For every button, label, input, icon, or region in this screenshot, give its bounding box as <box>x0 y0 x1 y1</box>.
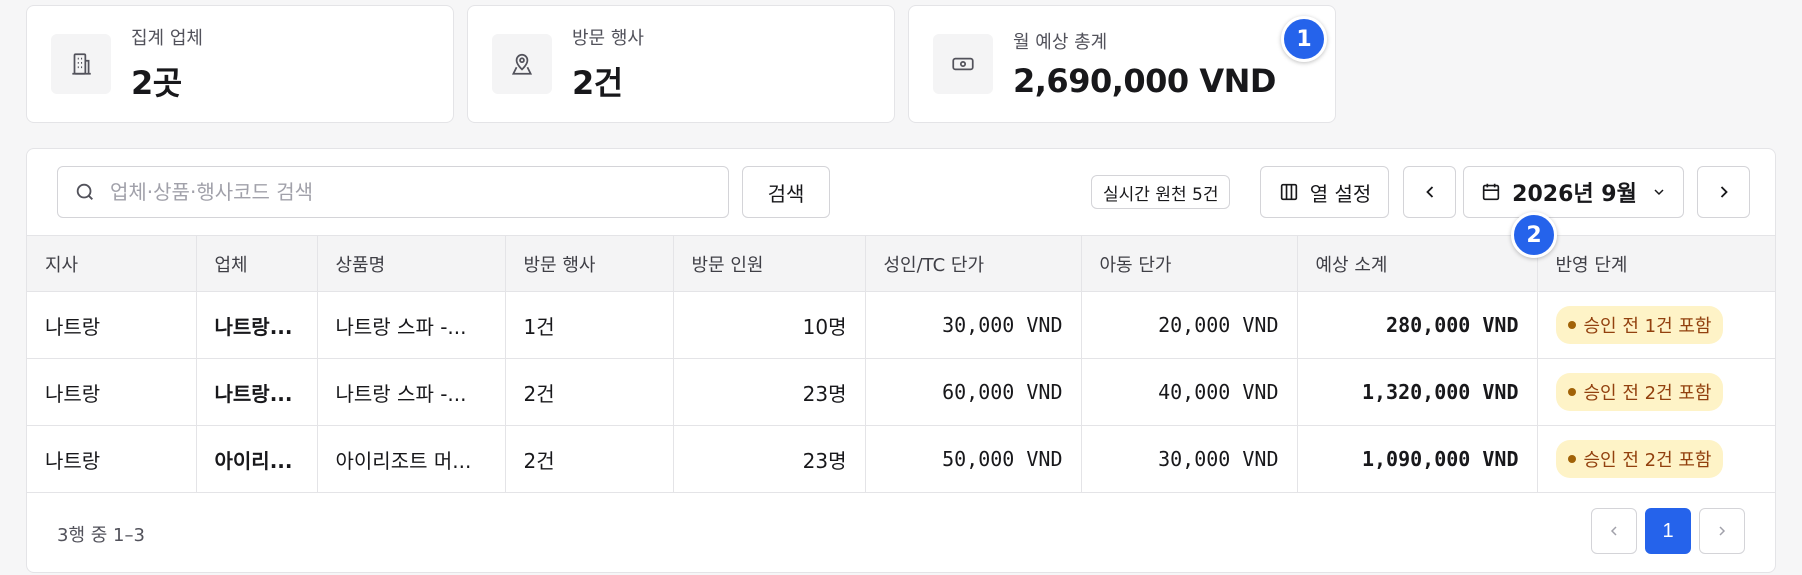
cell-subtotal: 1,320,000 VND <box>1297 358 1538 426</box>
cell-child-price: 20,000 VND <box>1081 291 1298 359</box>
status-badge: 승인 전 2건 포함 <box>1555 440 1724 478</box>
status-badge-label: 승인 전 2건 포함 <box>1583 383 1712 404</box>
column-header[interactable]: 상품명 <box>317 235 506 292</box>
chevron-right-icon <box>1720 186 1728 198</box>
cell-adult-price: 50,000 VND <box>865 425 1082 493</box>
prev-month-button[interactable] <box>1403 166 1456 218</box>
search-input[interactable] <box>110 180 710 204</box>
stat-value: 2건 <box>572 64 623 102</box>
stat-label: 월 예상 총계 <box>1013 32 1108 53</box>
search-button[interactable]: 검색 <box>742 166 830 218</box>
step-marker-2: 2 <box>1511 212 1557 258</box>
stat-card-visits: 방문 행사 2건 <box>467 5 895 123</box>
toolbar: 검색 실시간 원천 5건 열 설정 2026년 9월 <box>27 149 1775 235</box>
cell-vendor: 나트랑... <box>196 358 318 426</box>
page-button-1[interactable]: 1 <box>1645 508 1691 554</box>
chevron-left-icon <box>1610 526 1617 536</box>
search-box[interactable] <box>57 166 729 218</box>
next-month-button[interactable] <box>1697 166 1750 218</box>
cell-visit-events: 2건 <box>505 425 674 493</box>
chevron-right-icon <box>1719 526 1726 536</box>
building-icon <box>51 34 111 94</box>
table-footer: 3행 중 1–3 1 <box>27 492 1775 572</box>
cell-adult-price: 60,000 VND <box>865 358 1082 426</box>
cell-branch: 나트랑 <box>27 358 197 426</box>
main-panel: 검색 실시간 원천 5건 열 설정 2026년 9월 지사 업체 상품명 방 <box>26 148 1776 573</box>
column-header[interactable]: 예상 소계 <box>1297 235 1538 292</box>
cell-product: 나트랑 스파 -... <box>317 358 506 426</box>
status-badge-label: 승인 전 1건 포함 <box>1583 316 1712 337</box>
cell-branch: 나트랑 <box>27 425 197 493</box>
table-row[interactable]: 나트랑 나트랑... 나트랑 스파 -... 2건 23명 60,000 VND… <box>27 358 1775 426</box>
column-header[interactable]: 아동 단가 <box>1081 235 1298 292</box>
cell-subtotal: 280,000 VND <box>1297 291 1538 359</box>
cell-visit-events: 1건 <box>505 291 674 359</box>
cell-stage: 승인 전 2건 포함 <box>1537 425 1775 493</box>
stat-label: 방문 행사 <box>572 28 644 49</box>
cell-visit-events: 2건 <box>505 358 674 426</box>
cell-visitors: 10명 <box>673 291 866 359</box>
table-row[interactable]: 나트랑 아이리... 아이리조트 머... 2건 23명 50,000 VND … <box>27 425 1775 493</box>
column-header[interactable]: 방문 인원 <box>673 235 866 292</box>
cell-child-price: 30,000 VND <box>1081 425 1298 493</box>
table-row[interactable]: 나트랑 나트랑... 나트랑 스파 -... 1건 10명 30,000 VND… <box>27 291 1775 359</box>
cell-product: 나트랑 스파 -... <box>317 291 506 359</box>
calendar-icon <box>1482 183 1500 201</box>
cell-adult-price: 30,000 VND <box>865 291 1082 359</box>
chevron-left-icon <box>1425 186 1433 198</box>
status-dot-icon <box>1567 388 1576 396</box>
column-header[interactable]: 방문 행사 <box>505 235 674 292</box>
status-dot-icon <box>1567 455 1576 463</box>
column-header[interactable]: 업체 <box>196 235 318 292</box>
column-header[interactable]: 성인/TC 단가 <box>865 235 1082 292</box>
columns-icon <box>1280 183 1297 201</box>
stat-value: 2,690,000 VND <box>1013 62 1276 100</box>
column-settings-button[interactable]: 열 설정 <box>1260 166 1389 218</box>
stats-row: 집계 업체 2곳 방문 행사 2건 월 예상 총계 2,690,000 VND … <box>26 5 1336 123</box>
cell-visitors: 23명 <box>673 425 866 493</box>
cell-vendor: 아이리... <box>196 425 318 493</box>
step-marker-1: 1 <box>1281 16 1327 62</box>
stat-value: 2곳 <box>131 64 182 102</box>
status-dot-icon <box>1567 321 1576 329</box>
month-picker[interactable]: 2026년 9월 <box>1463 166 1684 218</box>
column-settings-label: 열 설정 <box>1309 181 1372 206</box>
cell-child-price: 40,000 VND <box>1081 358 1298 426</box>
prev-page-button[interactable] <box>1591 508 1637 554</box>
row-count-summary: 3행 중 1–3 <box>57 525 145 546</box>
chevron-down-icon <box>1654 189 1664 196</box>
column-header[interactable]: 지사 <box>27 235 197 292</box>
stat-card-vendors: 집계 업체 2곳 <box>26 5 454 123</box>
map-pin-icon <box>492 34 552 94</box>
cell-subtotal: 1,090,000 VND <box>1297 425 1538 493</box>
status-badge-label: 승인 전 2건 포함 <box>1583 450 1712 471</box>
cell-product: 아이리조트 머... <box>317 425 506 493</box>
status-badge: 승인 전 2건 포함 <box>1555 373 1724 411</box>
live-source-chip: 실시간 원천 5건 <box>1091 175 1231 209</box>
stat-card-monthly-total: 월 예상 총계 2,690,000 VND 1 <box>908 5 1336 123</box>
next-page-button[interactable] <box>1699 508 1745 554</box>
stat-label: 집계 업체 <box>131 28 203 49</box>
settlement-table: 지사 업체 상품명 방문 행사 방문 인원 성인/TC 단가 아동 단가 예상 … <box>27 235 1775 493</box>
month-label: 2026년 9월 <box>1512 182 1637 207</box>
cell-branch: 나트랑 <box>27 291 197 359</box>
column-header[interactable]: 반영 단계 <box>1537 235 1775 292</box>
search-icon <box>76 183 93 200</box>
cell-vendor: 나트랑... <box>196 291 318 359</box>
cell-stage: 승인 전 2건 포함 <box>1537 358 1775 426</box>
status-badge: 승인 전 1건 포함 <box>1555 306 1724 344</box>
cell-visitors: 23명 <box>673 358 866 426</box>
money-icon <box>933 34 993 94</box>
cell-stage: 승인 전 1건 포함 <box>1537 291 1775 359</box>
